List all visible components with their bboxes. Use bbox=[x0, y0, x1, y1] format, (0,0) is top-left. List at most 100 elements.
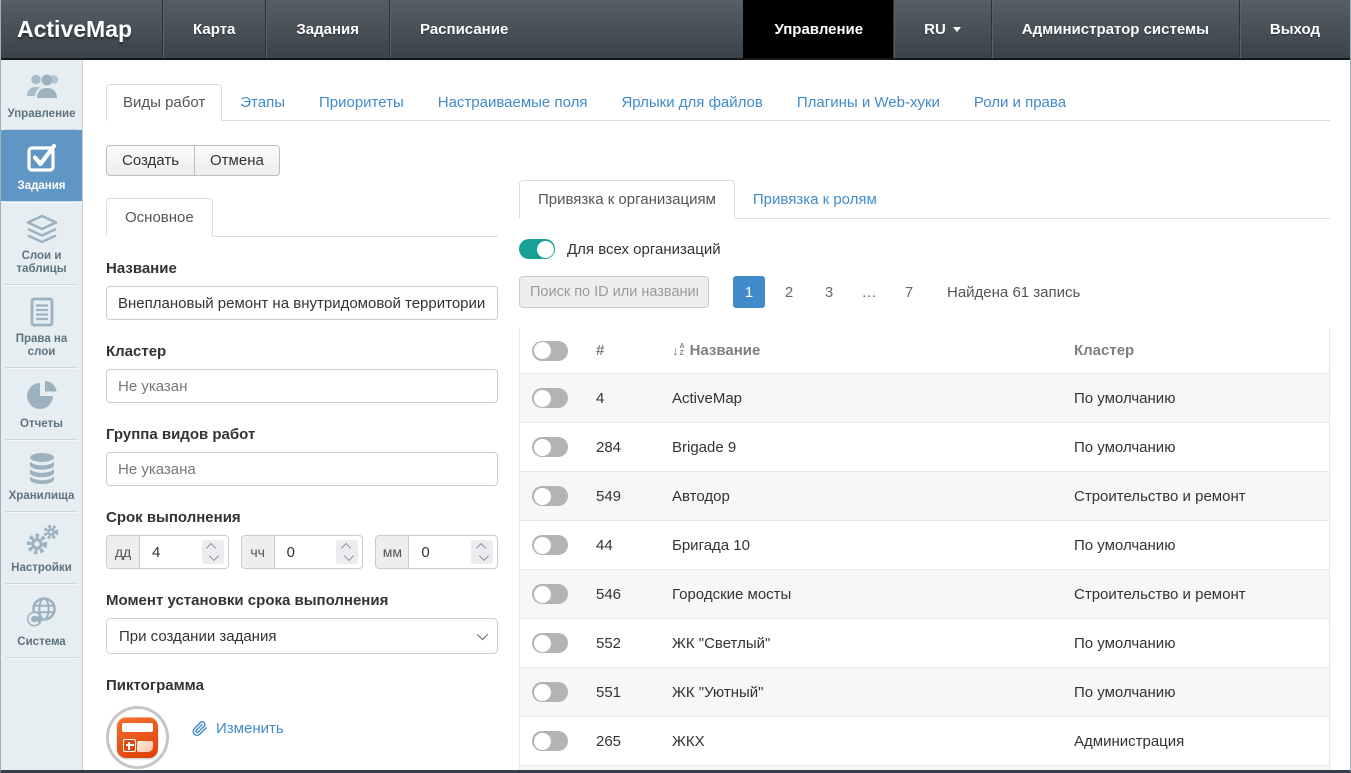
moment-selected-value: При создании задания bbox=[119, 628, 276, 645]
section-tabs: Виды работ Этапы Приоритеты Настраиваемы… bbox=[106, 84, 1330, 121]
sidebar-item-label: Права на слои bbox=[3, 333, 80, 359]
nav-item-language[interactable]: RU bbox=[893, 0, 991, 58]
tab-plugins-webhooks[interactable]: Плагины и Web-хуки bbox=[781, 85, 956, 120]
all-organizations-label: Для всех организаций bbox=[567, 241, 721, 258]
check-square-icon bbox=[3, 141, 80, 175]
chevron-down-icon bbox=[953, 27, 961, 32]
layers-icon bbox=[3, 213, 80, 245]
org-toggle[interactable] bbox=[532, 486, 568, 506]
tab-role-binding[interactable]: Привязка к ролям bbox=[735, 181, 895, 218]
hours-input[interactable] bbox=[275, 536, 333, 568]
table-row: 551 ЖК "Уютный" По умолчанию bbox=[520, 667, 1329, 716]
header-name[interactable]: ↓AZ Название bbox=[672, 342, 1074, 359]
org-toggle[interactable] bbox=[532, 437, 568, 457]
org-toggle[interactable] bbox=[532, 584, 568, 604]
hours-spin-buttons[interactable] bbox=[336, 540, 358, 564]
sidebar-item-reports[interactable]: Отчеты bbox=[1, 368, 82, 439]
table-row: 265 ЖКХ Администрация bbox=[520, 716, 1329, 765]
org-toggle[interactable] bbox=[532, 731, 568, 751]
pagination: 1 2 3 … 7 bbox=[733, 276, 933, 308]
org-toggle[interactable] bbox=[532, 633, 568, 653]
org-id: 551 bbox=[596, 684, 672, 701]
org-cluster: По умолчанию bbox=[1074, 439, 1329, 456]
sidebar-item-storages[interactable]: Хранилища bbox=[1, 440, 82, 511]
change-pictogram-link[interactable]: Изменить bbox=[191, 720, 284, 737]
org-name: ЖКХ bbox=[672, 733, 1074, 750]
tab-stages[interactable]: Этапы bbox=[224, 85, 301, 120]
pictogram-label: Пиктограмма bbox=[106, 677, 498, 694]
page-button-1[interactable]: 1 bbox=[733, 276, 765, 308]
minutes-spin-buttons[interactable] bbox=[471, 540, 493, 564]
tab-general[interactable]: Основное bbox=[106, 198, 213, 237]
page-button-7[interactable]: 7 bbox=[893, 276, 925, 308]
cancel-button[interactable]: Отмена bbox=[195, 145, 280, 176]
hours-stepper: чч bbox=[241, 535, 364, 569]
org-id: 284 bbox=[596, 439, 672, 456]
nav-item-management[interactable]: Управление bbox=[743, 0, 893, 58]
org-id: 265 bbox=[596, 733, 672, 750]
tab-roles-rights[interactable]: Роли и права bbox=[958, 85, 1082, 120]
change-link-label: Изменить bbox=[216, 720, 284, 737]
create-button[interactable]: Создать bbox=[106, 145, 195, 176]
table-row: 44 Бригада 10 По умолчанию bbox=[520, 520, 1329, 569]
toggle-all-switch[interactable] bbox=[532, 341, 568, 361]
group-label: Группа видов работ bbox=[106, 426, 498, 443]
result-count: Найдена 61 запись bbox=[947, 284, 1080, 301]
all-organizations-toggle[interactable] bbox=[519, 239, 555, 259]
org-toggle[interactable] bbox=[532, 388, 568, 408]
tab-work-types[interactable]: Виды работ bbox=[106, 84, 222, 121]
work-type-form-panel: Создать Отмена Основное Название Кластер… bbox=[106, 121, 498, 769]
all-organizations-row: Для всех организаций bbox=[519, 239, 1330, 259]
sidebar-item-management[interactable]: Управление bbox=[1, 60, 82, 129]
days-stepper: дд bbox=[106, 535, 229, 569]
app-logo[interactable]: ActiveMap bbox=[1, 0, 162, 58]
cluster-input[interactable] bbox=[106, 369, 498, 403]
nav-item-map[interactable]: Карта bbox=[162, 0, 265, 58]
table-row: 552 ЖК "Светлый" По умолчанию bbox=[520, 618, 1329, 667]
page-ellipsis: … bbox=[853, 276, 885, 308]
pictogram-preview bbox=[106, 706, 169, 769]
search-input[interactable] bbox=[519, 276, 709, 308]
days-spin-buttons[interactable] bbox=[202, 540, 224, 564]
page-button-3[interactable]: 3 bbox=[813, 276, 845, 308]
org-id: 549 bbox=[596, 488, 672, 505]
table-row: 549 Автодор Строительство и ремонт bbox=[520, 471, 1329, 520]
page-button-2[interactable]: 2 bbox=[773, 276, 805, 308]
cluster-label: Кластер bbox=[106, 343, 498, 360]
nav-item-logout[interactable]: Выход bbox=[1239, 0, 1350, 58]
nav-item-user[interactable]: Администратор системы bbox=[991, 0, 1239, 58]
minutes-stepper: мм bbox=[375, 535, 498, 569]
moment-select[interactable]: При создании задания bbox=[106, 618, 498, 654]
org-toggle[interactable] bbox=[532, 535, 568, 555]
table-header-row: # ↓AZ Название Кластер bbox=[520, 328, 1329, 373]
language-label: RU bbox=[924, 21, 946, 38]
minutes-input[interactable] bbox=[409, 536, 467, 568]
table-row: 4 ActiveMap По умолчанию bbox=[520, 373, 1329, 422]
nav-item-tasks[interactable]: Задания bbox=[265, 0, 389, 58]
header-number: # bbox=[596, 342, 672, 359]
name-input[interactable] bbox=[106, 286, 498, 320]
org-name: Городские мосты bbox=[672, 586, 1074, 603]
name-label: Название bbox=[106, 260, 498, 277]
form-toolbar: Создать Отмена bbox=[106, 145, 280, 176]
org-name: Бригада 10 bbox=[672, 537, 1074, 554]
sidebar-item-layers[interactable]: Слои и таблицы bbox=[1, 202, 82, 284]
group-input[interactable] bbox=[106, 452, 498, 486]
tab-file-labels[interactable]: Ярлыки для файлов bbox=[605, 85, 778, 120]
moment-label: Момент установки срока выполнения bbox=[106, 592, 498, 609]
database-icon bbox=[3, 451, 80, 485]
org-toggle[interactable] bbox=[532, 682, 568, 702]
nav-item-schedule[interactable]: Расписание bbox=[389, 0, 538, 58]
sidebar-item-tasks[interactable]: Задания bbox=[1, 130, 82, 201]
sidebar-item-layer-rights[interactable]: Права на слои bbox=[1, 285, 82, 367]
tab-org-binding[interactable]: Привязка к организациям bbox=[519, 180, 735, 219]
sidebar-item-system[interactable]: Система bbox=[1, 584, 82, 657]
tab-priorities[interactable]: Приоритеты bbox=[303, 85, 420, 120]
sidebar-item-label: Настройки bbox=[3, 562, 80, 575]
table-row: 546 Городские мосты Строительство и ремо… bbox=[520, 569, 1329, 618]
days-input[interactable] bbox=[140, 536, 198, 568]
sidebar-item-settings[interactable]: Настройки bbox=[1, 512, 82, 583]
org-cluster: По умолчанию bbox=[1074, 635, 1329, 652]
gears-icon bbox=[3, 523, 80, 557]
tab-custom-fields[interactable]: Настраиваемые поля bbox=[422, 85, 604, 120]
